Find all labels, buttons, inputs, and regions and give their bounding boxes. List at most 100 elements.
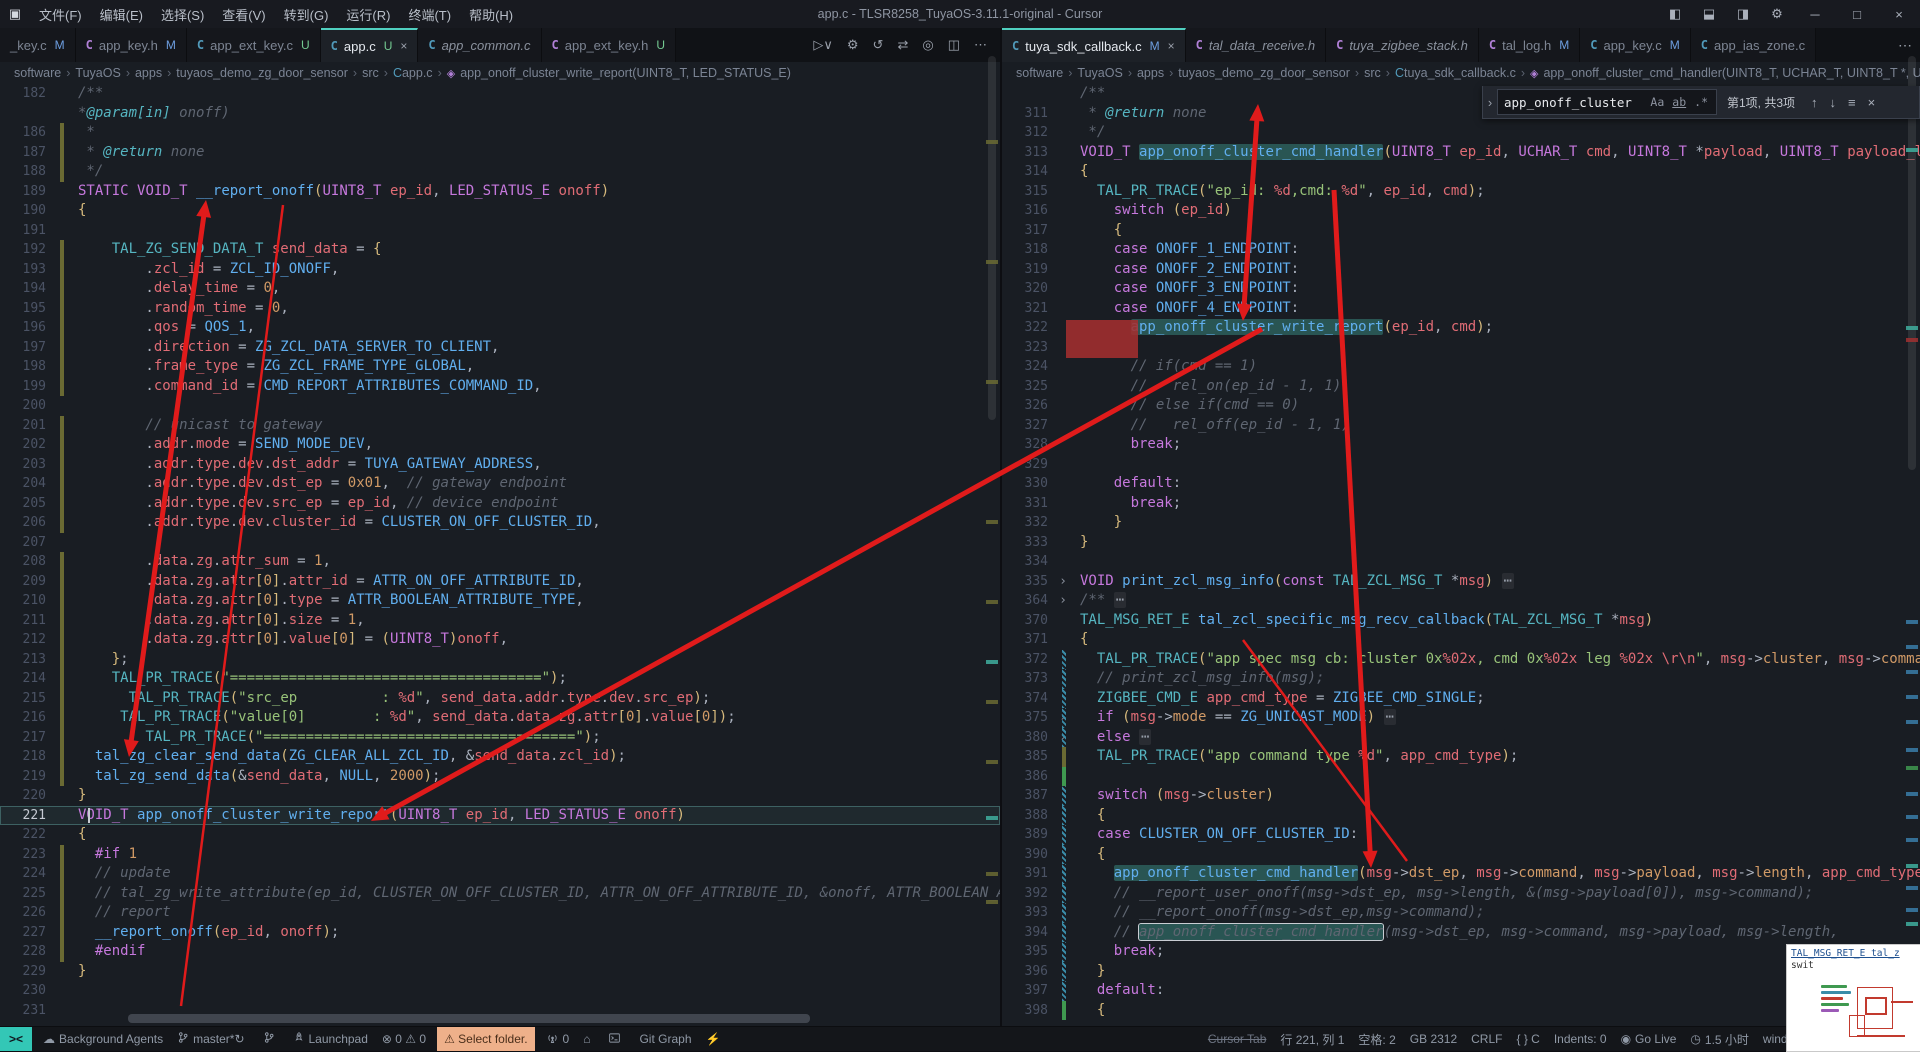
line-number[interactable]: 191 (0, 221, 52, 241)
code-line[interactable]: 196 .qos = QOS_1, (0, 318, 1000, 338)
fold-indicator-icon[interactable]: › (1054, 572, 1072, 592)
line-number[interactable]: 329 (1002, 455, 1054, 475)
code-line[interactable]: 223 #if 1 (0, 844, 1000, 864)
code-line[interactable]: 329 (1002, 455, 1920, 475)
line-number[interactable]: 227 (0, 923, 52, 943)
line-number[interactable]: 330 (1002, 474, 1054, 494)
line-number[interactable]: 313 (1002, 143, 1054, 163)
line-number[interactable]: 335 (1002, 572, 1054, 592)
line-number[interactable]: 225 (0, 884, 52, 904)
code-line[interactable]: 328 break; (1002, 435, 1920, 455)
menu-item-编辑(E)[interactable]: 编辑(E) (91, 5, 152, 24)
line-number[interactable]: 319 (1002, 260, 1054, 280)
regex-icon[interactable]: .* (1690, 95, 1712, 109)
breadcrumb-item[interactable]: software (1016, 66, 1063, 80)
maximize-button[interactable]: □ (1836, 7, 1878, 22)
status-problems[interactable]: ⊗ 0 ⚠ 0 (375, 1027, 433, 1051)
code-line[interactable]: 214 TAL_PR_TRACE("======================… (0, 669, 1000, 689)
line-number[interactable]: 200 (0, 396, 52, 416)
line-number[interactable]: 324 (1002, 357, 1054, 377)
line-number[interactable]: 374 (1002, 689, 1054, 709)
code-line[interactable]: 380› else ⋯ (1002, 727, 1920, 747)
status-remote-indicator[interactable]: >< (0, 1027, 33, 1051)
line-number[interactable]: 210 (0, 591, 52, 611)
code-line[interactable]: 322 app_onoff_cluster_write_report(ep_id… (1002, 318, 1920, 338)
breadcrumb-right[interactable]: software › TuyaOS › apps › tuyaos_demo_zg_door… (1002, 62, 1920, 84)
compare-icon[interactable]: ⇄ (890, 37, 915, 53)
status-select-folder[interactable]: ⚠ Select folder. (437, 1027, 535, 1051)
menu-item-终端(T)[interactable]: 终端(T) (399, 5, 460, 24)
code-line[interactable]: 312 */ (1002, 123, 1920, 143)
find-next-icon[interactable]: ↓ (1824, 95, 1843, 110)
tab-app_key.c[interactable]: Capp_key.c M (1580, 28, 1691, 62)
code-line[interactable]: 313 VOID_T app_onoff_cluster_cmd_handler(… (1002, 143, 1920, 163)
scrollbar-thumb[interactable] (988, 56, 996, 420)
line-number[interactable]: 333 (1002, 533, 1054, 553)
code-line[interactable]: 182 /** (0, 84, 1000, 104)
code-line[interactable]: 219 tal_zg_send_data(&send_data, NULL, 2… (0, 766, 1000, 786)
code-line[interactable]: 229} (0, 962, 1000, 982)
line-number[interactable]: 204 (0, 474, 52, 494)
run-button[interactable]: ▷∨ (806, 37, 840, 53)
code-line[interactable]: 187 * @return none (0, 142, 1000, 162)
code-line[interactable]: 217 TAL_PR_TRACE("======================… (0, 727, 1000, 747)
tab-tuya_sdk_callback.c[interactable]: Ctuya_sdk_callback.c M × (1002, 28, 1186, 62)
code-line[interactable]: 213 }; (0, 649, 1000, 670)
vertical-scrollbar[interactable] (986, 0, 998, 1050)
line-number[interactable]: 398 (1002, 1001, 1054, 1021)
status-go-live[interactable]: ◉ Go Live (1614, 1027, 1684, 1051)
code-line[interactable]: 325 // rel_on(ep_id - 1, 1) (1002, 377, 1920, 397)
code-line[interactable]: 190 { (0, 201, 1000, 221)
code-line[interactable]: 331 break; (1002, 494, 1920, 514)
minimize-button[interactable]: ─ (1794, 7, 1836, 22)
breadcrumb-item[interactable]: tuyaos_demo_zg_door_sensor (176, 66, 348, 80)
code-line[interactable]: 332 } (1002, 513, 1920, 533)
status-background-agents[interactable]: ☁ Background Agents (36, 1027, 170, 1051)
tab-app.c[interactable]: Capp.c U × (320, 28, 419, 62)
code-line[interactable]: 327 // rel_off(ep_id - 1, 1) (1002, 416, 1920, 436)
code-line[interactable]: 212 .data.zg.attr[0].value[0] = (UINT8_T… (0, 630, 1000, 650)
code-line[interactable]: 224 // update (0, 864, 1000, 884)
line-number[interactable]: 314 (1002, 162, 1054, 182)
code-line[interactable]: 227 __report_onoff(ep_id, onoff); (0, 922, 1000, 943)
line-number[interactable]: 390 (1002, 845, 1054, 865)
status-encoding[interactable]: GB 2312 (1403, 1027, 1464, 1051)
code-line[interactable]: 200 (0, 396, 1000, 416)
breadcrumb-symbol[interactable]: ◈ app_onoff_cluster_cmd_handler(UINT8_T, … (1530, 66, 1920, 80)
code-line[interactable]: 193 .zcl_id = ZCL_ID_ONOFF, (0, 259, 1000, 280)
code-line[interactable]: 385 TAL_PR_TRACE("app command type %d", … (1002, 747, 1920, 767)
line-number[interactable]: 389 (1002, 825, 1054, 845)
code-line[interactable]: 315 TAL_PR_TRACE("ep_id: %d,cmd: %d", ep… (1002, 182, 1920, 202)
line-number[interactable]: 201 (0, 416, 52, 436)
layout-toggle-icon-2[interactable]: ◨ (1726, 6, 1760, 22)
fold-indicator-icon[interactable]: › (1054, 591, 1072, 611)
status-cursor-tab[interactable]: Cursor Tab (1201, 1027, 1273, 1051)
line-number[interactable] (0, 104, 52, 124)
line-number[interactable]: 198 (0, 357, 52, 377)
line-number[interactable]: 327 (1002, 416, 1054, 436)
code-line[interactable]: 192 TAL_ZG_SEND_DATA_T send_data = { (0, 240, 1000, 260)
close-button[interactable]: × (1878, 7, 1920, 22)
code-line[interactable]: 211 .data.zg.attr[0].size = 1, (0, 610, 1000, 630)
line-number[interactable]: 193 (0, 260, 52, 280)
line-number[interactable]: 396 (1002, 962, 1054, 982)
tab-close-icon[interactable]: × (1168, 39, 1175, 53)
line-number[interactable]: 312 (1002, 123, 1054, 143)
status-launchpad[interactable]: Launchpad (286, 1027, 375, 1051)
line-number[interactable]: 316 (1002, 201, 1054, 221)
breadcrumb-item[interactable]: software (14, 66, 61, 80)
line-number[interactable]: 213 (0, 650, 52, 670)
tab-tal_log.h[interactable]: Ctal_log.h M (1478, 28, 1581, 62)
breadcrumb-left[interactable]: software › TuyaOS › apps › tuyaos_demo_zg_door… (0, 62, 1000, 84)
code-line[interactable]: 398 { (1002, 1000, 1920, 1021)
breadcrumb-file[interactable]: Capp.c (393, 66, 433, 80)
line-number[interactable]: 188 (0, 162, 52, 182)
line-number[interactable]: 334 (1002, 552, 1054, 572)
line-number[interactable]: 331 (1002, 494, 1054, 514)
status-eol[interactable]: CRLF (1464, 1027, 1509, 1051)
menu-item-运行(R)[interactable]: 运行(R) (337, 5, 399, 24)
code-line[interactable]: 330 default: (1002, 474, 1920, 494)
line-number[interactable]: 212 (0, 630, 52, 650)
line-number[interactable]: 221 (0, 806, 52, 826)
line-number[interactable]: 386 (1002, 767, 1054, 787)
